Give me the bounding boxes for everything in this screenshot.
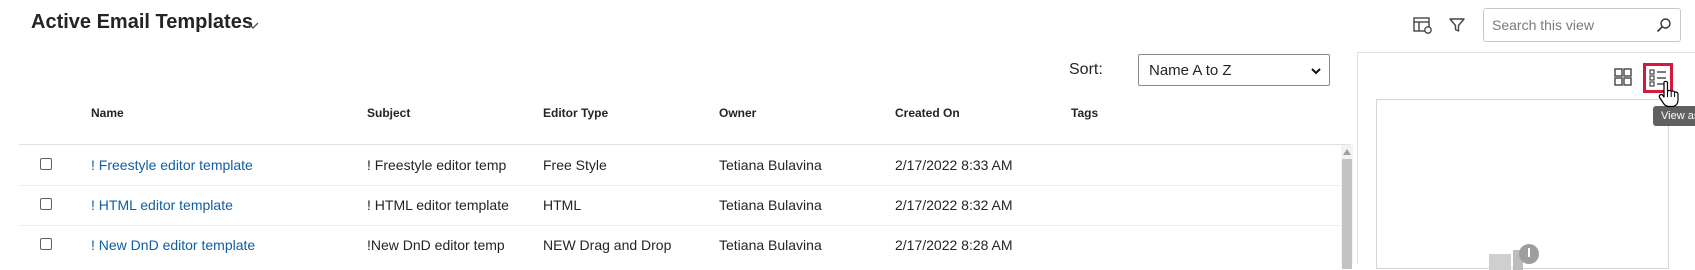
preview-placeholder-icon xyxy=(1489,244,1539,270)
panel-divider xyxy=(1357,52,1358,264)
sort-selected-value: Name A to Z xyxy=(1149,62,1232,79)
vertical-scrollbar[interactable] xyxy=(1341,145,1353,269)
column-header-name[interactable]: Name xyxy=(91,106,124,120)
owner-cell: Tetiana Bulavina xyxy=(719,197,822,213)
template-name-link[interactable]: ! HTML editor template xyxy=(91,197,351,213)
template-name-link[interactable]: ! Freestyle editor template xyxy=(91,157,351,173)
chevron-down-icon xyxy=(1311,68,1321,75)
column-header-tags[interactable]: Tags xyxy=(1071,106,1098,120)
header-divider xyxy=(19,144,1351,145)
grid-view-icon[interactable] xyxy=(1612,66,1634,88)
table-row[interactable]: ! HTML editor template ! HTML editor tem… xyxy=(19,186,1340,226)
subject-cell: ! Freestyle editor temp xyxy=(367,157,507,173)
owner-cell: Tetiana Bulavina xyxy=(719,157,822,173)
search-input[interactable] xyxy=(1492,9,1652,41)
created-on-cell: 2/17/2022 8:32 AM xyxy=(895,197,1013,213)
pointer-cursor-icon xyxy=(1658,80,1679,108)
scrollbar-thumb[interactable] xyxy=(1342,159,1352,269)
row-checkbox[interactable] xyxy=(40,158,52,170)
scroll-up-arrow[interactable] xyxy=(1343,149,1351,155)
column-header-created-on[interactable]: Created On xyxy=(895,106,960,120)
created-on-cell: 2/17/2022 8:28 AM xyxy=(895,237,1013,253)
tooltip: View as List xyxy=(1653,106,1695,126)
search-box[interactable] xyxy=(1483,8,1681,42)
editor-type-cell: HTML xyxy=(543,197,582,213)
filter-icon[interactable] xyxy=(1446,14,1468,36)
owner-cell: Tetiana Bulavina xyxy=(719,237,822,253)
created-on-cell: 2/17/2022 8:33 AM xyxy=(895,157,1013,173)
sort-label: Sort: xyxy=(1069,61,1103,78)
table-row[interactable]: ! New DnD editor template !New DnD edito… xyxy=(19,226,1340,266)
chevron-down-icon[interactable] xyxy=(246,18,260,32)
editor-type-cell: Free Style xyxy=(543,157,607,173)
column-header-owner[interactable]: Owner xyxy=(719,106,756,120)
view-title[interactable]: Active Email Templates xyxy=(31,11,253,34)
column-header-subject[interactable]: Subject xyxy=(367,106,410,120)
row-checkbox[interactable] xyxy=(40,238,52,250)
editor-type-cell: NEW Drag and Drop xyxy=(543,237,672,253)
preview-card[interactable] xyxy=(1376,99,1669,270)
column-header-editor-type[interactable]: Editor Type xyxy=(543,106,608,120)
subject-cell: !New DnD editor temp xyxy=(367,237,505,253)
template-name-link[interactable]: ! New DnD editor template xyxy=(91,237,351,253)
search-icon[interactable] xyxy=(1656,17,1672,33)
subject-cell: ! HTML editor template xyxy=(367,197,509,213)
panel-top-border xyxy=(1357,52,1695,53)
table-row[interactable]: ! Freestyle editor template ! Freestyle … xyxy=(19,146,1340,186)
column-settings-icon[interactable] xyxy=(1411,14,1433,36)
row-checkbox[interactable] xyxy=(40,198,52,210)
sort-select[interactable]: Name A to Z xyxy=(1138,54,1330,86)
